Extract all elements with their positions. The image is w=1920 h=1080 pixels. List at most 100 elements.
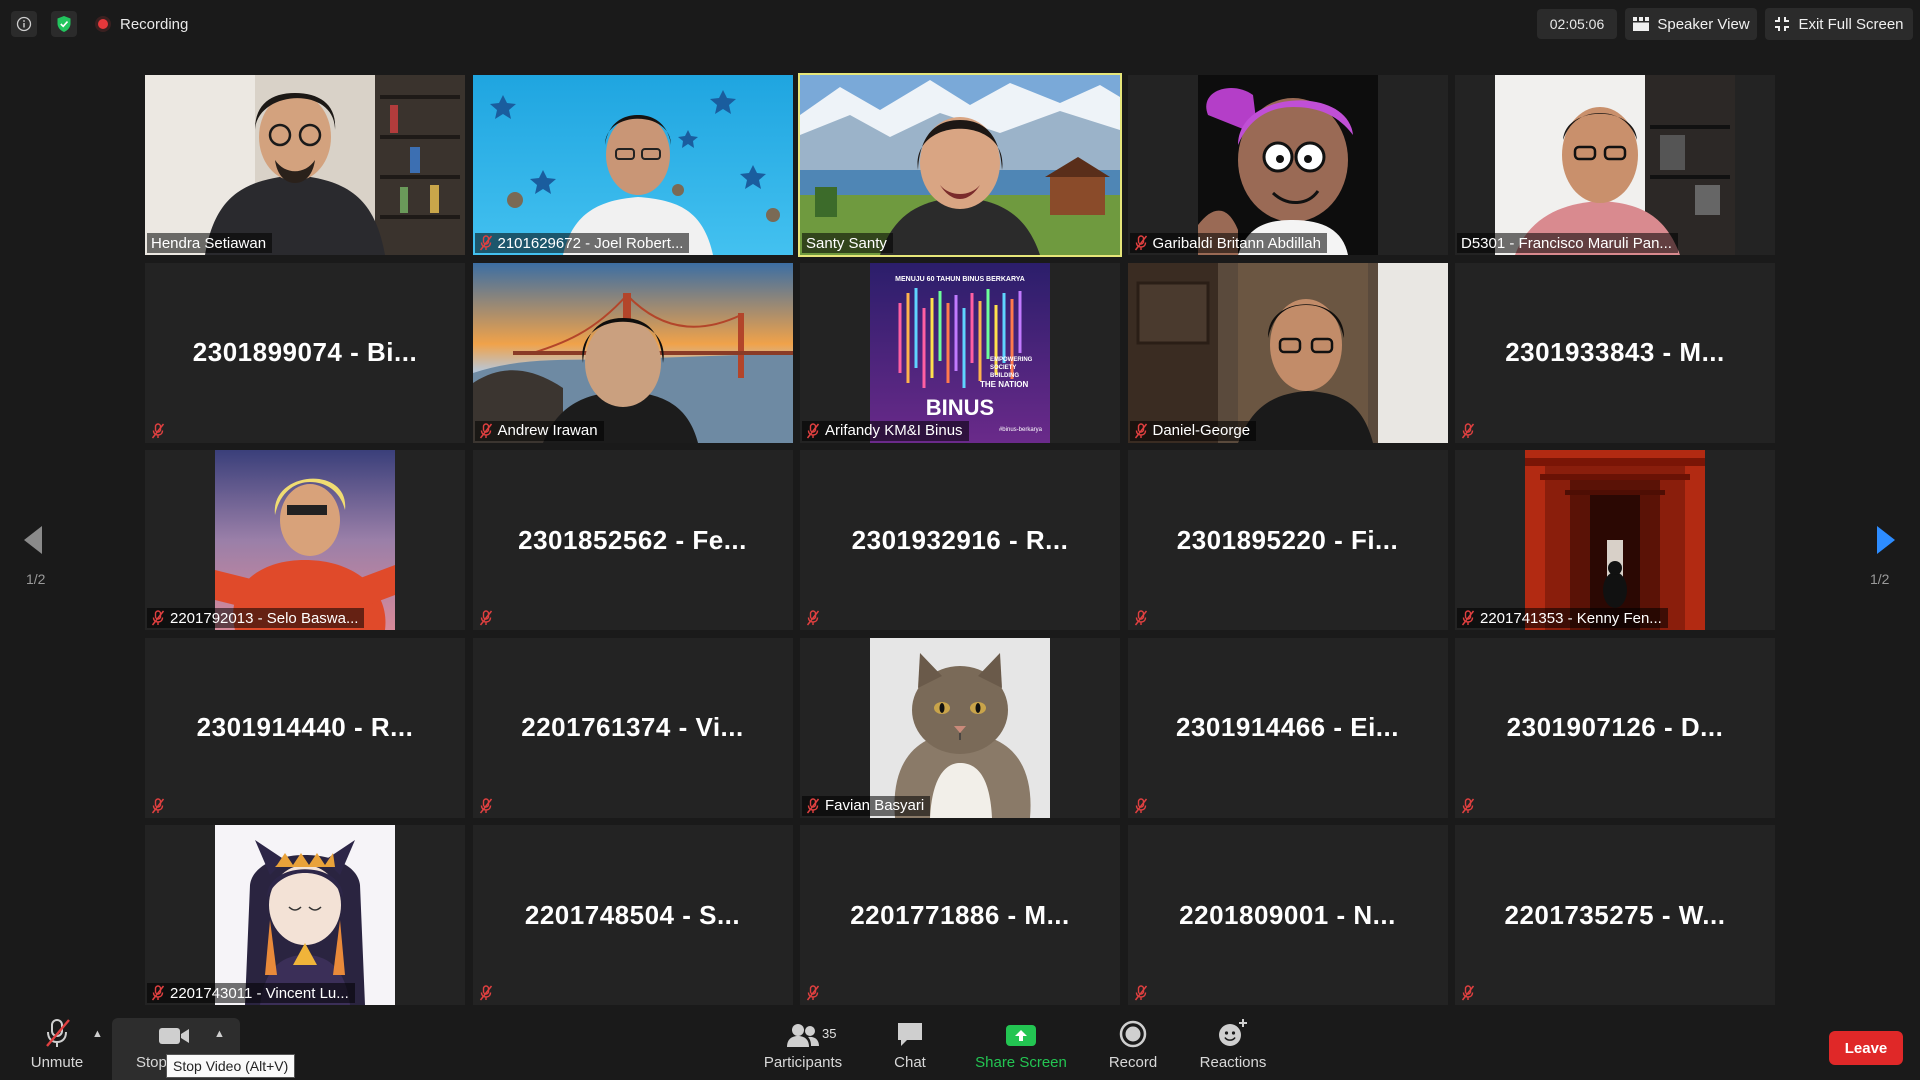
participant-tile[interactable]: 2301907126 - D... — [1455, 637, 1775, 818]
record-icon — [1119, 1020, 1147, 1048]
mic-muted-icon — [151, 610, 165, 626]
speaker-view-button[interactable]: Speaker View — [1625, 8, 1757, 40]
participant-name: Garibaldi Britann Abdillah — [1152, 234, 1321, 252]
chevron-left-icon — [24, 526, 42, 554]
previous-page-button[interactable] — [22, 524, 44, 561]
participant-video — [1197, 75, 1378, 255]
participant-tile[interactable]: MENUJU 60 TAHUN BINUS BERKARYA EMPOWERIN… — [800, 262, 1120, 443]
participant-tile[interactable]: 2201735275 - W... — [1455, 825, 1775, 1005]
record-button[interactable]: Record — [1093, 1012, 1173, 1080]
participant-name: Santy Santy — [806, 234, 887, 252]
participant-tile[interactable]: 2201761374 - Vi... — [472, 637, 793, 818]
participant-tile[interactable]: Daniel-George — [1127, 262, 1448, 443]
record-label: Record — [1108, 1054, 1158, 1071]
mic-muted-icon — [1134, 423, 1148, 439]
security-button[interactable] — [51, 11, 77, 37]
mic-muted-icon — [479, 235, 493, 251]
mic-muted-icon — [806, 798, 820, 814]
participant-video — [215, 825, 395, 1005]
reactions-label: Reactions — [1199, 1054, 1267, 1071]
participant-name: D5301 - Francisco Maruli Pan... — [1461, 234, 1672, 252]
unmute-label: Unmute — [30, 1054, 84, 1071]
participant-tile[interactable]: 2101629672 - Joel Robert... — [472, 75, 793, 255]
mic-muted-icon — [479, 985, 493, 1001]
participants-count-badge: 35 — [822, 1026, 837, 1041]
recording-dot-icon — [95, 16, 111, 32]
poster-line4: THE NATION — [980, 380, 1029, 389]
participant-display-name: 2201771886 - M... — [850, 899, 1070, 930]
mic-muted-icon — [1461, 798, 1475, 814]
participant-tile[interactable]: 2201809001 - N... — [1127, 825, 1448, 1005]
participant-tile[interactable]: 2301895220 - Fi... — [1127, 450, 1448, 630]
participant-tile[interactable]: 2201771886 - M... — [800, 825, 1120, 1005]
speaker-view-icon — [1633, 17, 1650, 31]
mic-muted-icon — [1461, 610, 1475, 626]
poster-brand: BINUS — [926, 395, 994, 420]
reactions-button[interactable]: Reactions — [1191, 1012, 1275, 1080]
audio-options-caret[interactable]: ▲ — [92, 1028, 103, 1040]
mic-muted-icon — [806, 423, 820, 439]
participant-tile[interactable]: Garibaldi Britann Abdillah — [1127, 75, 1448, 255]
participant-name: Daniel-George — [1152, 422, 1251, 439]
participant-tile[interactable]: 2201792013 - Selo Baswa... — [145, 450, 465, 630]
stop-video-tooltip: Stop Video (Alt+V) — [166, 1054, 296, 1078]
participant-video — [870, 637, 1050, 818]
mic-muted-icon — [1461, 985, 1475, 1001]
mic-muted-icon — [806, 610, 820, 626]
next-page-button[interactable] — [1875, 524, 1897, 561]
participant-name: 2101629672 - Joel Robert... — [497, 234, 684, 252]
participant-display-name: 2301895220 - Fi... — [1176, 524, 1399, 555]
mic-muted-icon — [479, 798, 493, 814]
participant-name: 2201741353 - Kenny Fen... — [1480, 609, 1662, 627]
gallery-grid: Hendra Setiawan 2101629672 - Joel Robert… — [145, 73, 1775, 1005]
recording-indicator[interactable]: Recording — [95, 14, 188, 34]
participant-display-name: 2201735275 - W... — [1504, 899, 1726, 930]
participant-display-name: 2301914440 - R... — [196, 712, 414, 742]
participant-tile[interactable]: 2301914440 - R... — [145, 637, 465, 818]
participant-tile[interactable]: 2301933843 - M... — [1455, 262, 1775, 443]
info-icon — [16, 16, 32, 32]
participants-button[interactable]: Participants — [758, 1012, 848, 1080]
share-screen-button[interactable]: Share Screen — [968, 1012, 1074, 1080]
unmute-button[interactable]: Unmute — [22, 1012, 92, 1080]
participant-display-name: 2301932916 - R... — [851, 524, 1069, 555]
participant-video — [472, 75, 793, 255]
participant-tile[interactable]: 2301852562 - Fe... — [472, 450, 793, 630]
participant-video — [145, 75, 465, 255]
participant-name-tag: 2101629672 - Joel Robert... — [474, 233, 690, 253]
participant-tile[interactable]: 2301932916 - R... — [800, 450, 1120, 630]
mic-muted-icon — [151, 798, 165, 814]
participant-display-name: 2301899074 - Bi... — [192, 337, 418, 367]
participant-name-tag: Garibaldi Britann Abdillah — [1129, 233, 1327, 253]
participant-name-tag: 2201792013 - Selo Baswa... — [147, 608, 365, 628]
participant-tile[interactable]: D5301 - Francisco Maruli Pan... — [1455, 75, 1775, 255]
participant-display-name: 2201761374 - Vi... — [521, 712, 744, 742]
mic-muted-icon — [479, 423, 493, 439]
poster-top-text: MENUJU 60 TAHUN BINUS BERKARYA — [895, 276, 1025, 283]
participant-tile[interactable]: 2201741353 - Kenny Fen... — [1455, 450, 1775, 630]
participant-tile[interactable]: 2301914466 - Ei... — [1127, 637, 1448, 818]
participant-tile[interactable]: 2301899074 - Bi... — [145, 262, 465, 443]
mic-muted-icon — [1134, 235, 1148, 251]
chat-button[interactable]: Chat — [870, 1012, 950, 1080]
chevron-right-icon — [1877, 526, 1895, 554]
participant-tile[interactable]: Andrew Irawan — [472, 262, 793, 443]
poster-line1: EMPOWERING — [990, 357, 1033, 363]
exit-full-screen-button[interactable]: Exit Full Screen — [1765, 8, 1913, 40]
leave-button[interactable]: Leave — [1829, 1031, 1903, 1065]
video-camera-icon — [159, 1028, 189, 1044]
participant-tile[interactable]: Hendra Setiawan — [145, 75, 465, 255]
mic-muted-icon — [151, 985, 165, 1001]
video-options-caret[interactable]: ▲ — [214, 1028, 225, 1040]
participant-tile[interactable]: Favian Basyari — [800, 637, 1120, 818]
participant-name: Hendra Setiawan — [151, 234, 267, 252]
meeting-info-button[interactable] — [11, 11, 37, 37]
participant-video — [1127, 262, 1448, 443]
participant-tile-active-speaker[interactable]: Santy Santy — [798, 73, 1122, 257]
participant-tile[interactable]: 2201748504 - S... — [472, 825, 793, 1005]
participant-tile[interactable]: 2201743011 - Vincent Lu... — [145, 825, 465, 1005]
participant-name-tag: D5301 - Francisco Maruli Pan... — [1457, 233, 1678, 253]
meeting-top-bar: Recording 02:05:06 Speaker View Exit Ful… — [0, 0, 1920, 48]
speaker-view-label: Speaker View — [1657, 15, 1750, 33]
poster-tag: #binus-berkarya — [999, 427, 1043, 433]
